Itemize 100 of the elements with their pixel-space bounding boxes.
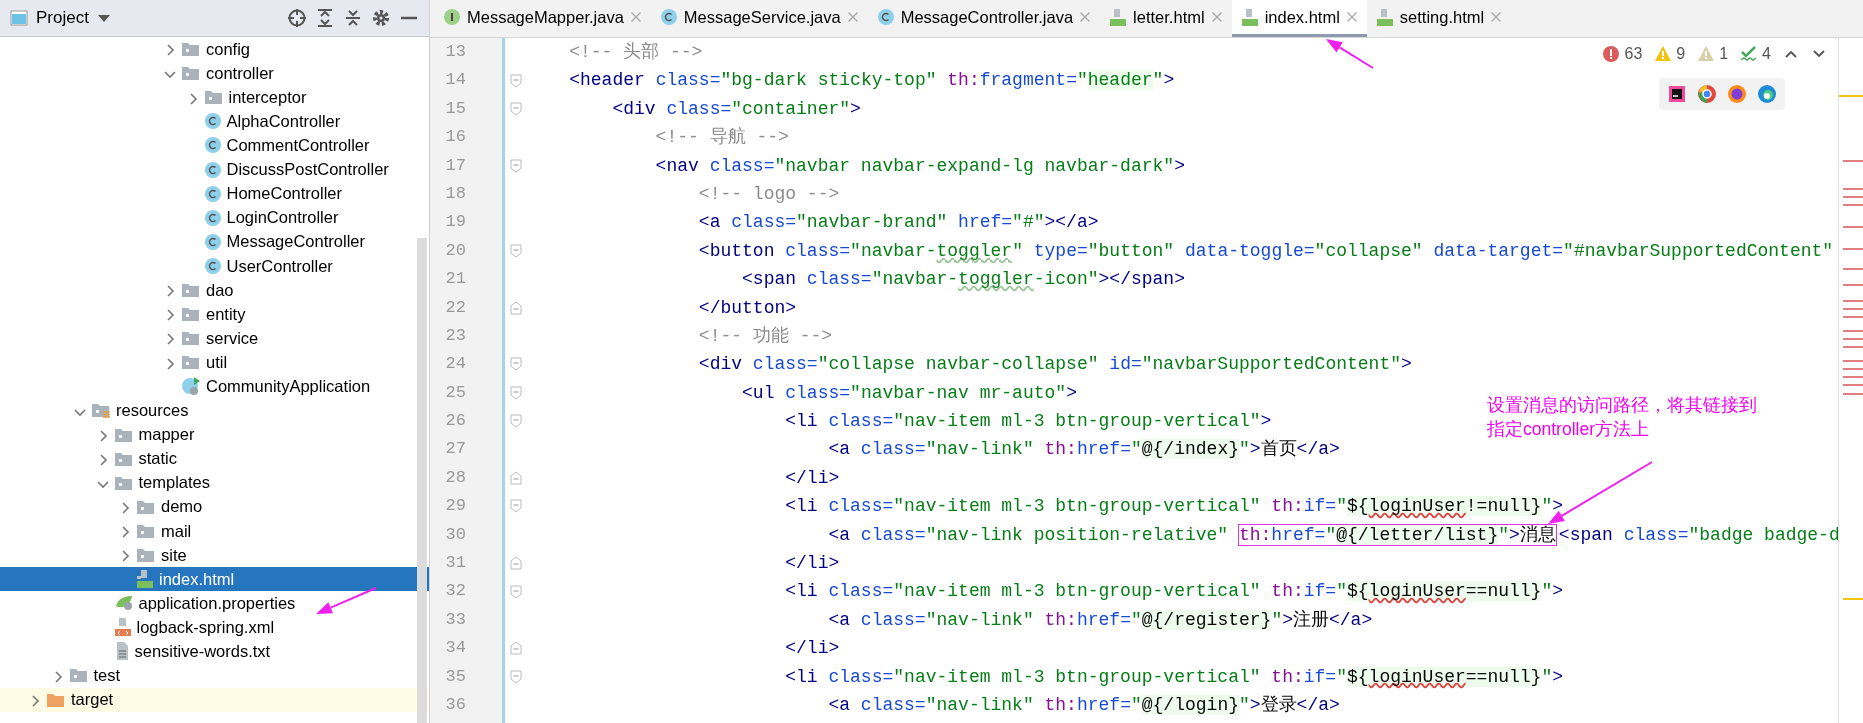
inspection-count[interactable]: 1 (1697, 42, 1729, 66)
inspection-count[interactable]: 63 (1602, 42, 1643, 66)
tree-label: config (206, 38, 251, 60)
tree-row[interactable]: controller (0, 61, 429, 86)
tree-row[interactable]: AlphaController (0, 109, 429, 134)
leaf-icon (113, 594, 134, 613)
browser-icon[interactable] (1727, 84, 1747, 104)
tree-row[interactable]: MessageController (0, 229, 429, 254)
tree-row[interactable]: sensitive-words.txt (0, 639, 429, 664)
editor-tab[interactable]: setting.html (1366, 0, 1512, 37)
code-line: <!-- 导航 --> (654, 126, 789, 150)
tree-row[interactable]: HomeController (0, 181, 429, 206)
html-file-icon (136, 569, 154, 590)
editor-tab[interactable]: MessageMapper.java (434, 0, 651, 37)
tree-row[interactable]: config (0, 37, 429, 62)
tree-row[interactable]: DiscussPostController (0, 157, 429, 182)
line-number: 13 (444, 41, 467, 63)
editor-tab[interactable]: index.html (1231, 0, 1367, 37)
scrollbar-thumb[interactable] (417, 238, 427, 723)
tree-row[interactable]: service (0, 326, 429, 351)
code-line: <a class="nav-link" th:href="@{/register}">注册</a> (827, 608, 1373, 632)
browser-icon[interactable] (1697, 84, 1717, 104)
code-line: <nav class="navbar navbar-expand-lg navbar-dark"> (654, 154, 1185, 178)
tree-row[interactable]: templates (0, 470, 429, 495)
close-icon[interactable] (1345, 11, 1358, 23)
window-icon (10, 10, 28, 26)
folder-icon (181, 305, 201, 324)
tree-label: demo (161, 496, 203, 518)
tree-row[interactable]: mail (0, 518, 429, 543)
code-line: <a class="nav-link position-relative" th:href="@{/letter/list}">消息 <span class="badge badge-d (827, 523, 1840, 547)
line-number: 27 (444, 438, 467, 461)
line-number: 15 (444, 97, 467, 120)
code-line: <!-- logo --> (697, 182, 840, 206)
tree-row[interactable]: entity (0, 302, 429, 327)
interface-icon (443, 7, 461, 27)
class-icon (203, 208, 222, 227)
tree-label: service (206, 327, 259, 349)
code-line: </li> (784, 637, 840, 661)
tree-label: LoginController (226, 207, 339, 229)
tree-label: CommunityApplication (206, 376, 371, 397)
line-number: 35 (444, 665, 467, 688)
line-number: 34 (444, 637, 467, 660)
code-line: </button> (697, 296, 797, 320)
tree-row[interactable]: static (0, 446, 429, 471)
code-line: </li> (784, 466, 840, 490)
line-number: 24 (444, 353, 467, 376)
tree-row[interactable]: logback-spring.xml (0, 615, 429, 640)
folder-icon (136, 546, 156, 564)
highlight-outline: th:href="@{/letter/list}">消息 (1238, 524, 1556, 545)
tree-row[interactable]: target (0, 687, 429, 712)
line-number: 29 (444, 495, 467, 518)
html-file-icon (1240, 7, 1259, 27)
collapse-all-icon[interactable] (343, 8, 363, 28)
tree-row[interactable]: application.properties (0, 591, 429, 616)
tree-row[interactable]: UserController (0, 253, 429, 278)
browser-icon[interactable] (1757, 84, 1777, 104)
tree-row[interactable]: index.html (0, 567, 429, 592)
tree-label: HomeController (226, 183, 343, 205)
tree-row[interactable]: demo (0, 494, 429, 519)
tree-row[interactable]: site (0, 542, 429, 568)
line-number: 20 (444, 239, 467, 262)
class-icon (203, 256, 222, 275)
code-line: <button class="navbar-toggler" type="button" data-toggle="collapse" data-target="#navbarSupportedContent" (697, 239, 1834, 263)
folder-icon (68, 666, 89, 685)
code-line: <ul class="navbar-nav mr-auto"> (741, 381, 1077, 405)
tree-row[interactable]: test (0, 663, 429, 688)
editor-tab[interactable]: letter.html (1100, 0, 1232, 37)
expand-all-icon[interactable] (315, 8, 335, 28)
code-line: <li class="nav-item ml-3 btn-group-vertical"> (784, 410, 1272, 434)
tree-row[interactable]: dao (0, 277, 429, 303)
crosshair-icon[interactable] (287, 8, 307, 28)
class-icon (659, 7, 678, 27)
tree-row[interactable]: LoginController (0, 205, 429, 230)
settings-icon[interactable] (371, 8, 391, 28)
editor-tab[interactable]: MessageService.java (650, 0, 868, 37)
tree-row[interactable]: util (0, 350, 429, 375)
tree-row[interactable]: CommentController (0, 133, 429, 158)
annotation-arrow (1326, 39, 1374, 69)
tree-row[interactable]: mapper (0, 422, 429, 447)
class-icon (203, 112, 222, 131)
editor-tab[interactable]: MessageController.java (867, 0, 1101, 37)
dropdown-caret-icon[interactable] (96, 13, 111, 23)
code-line: <a class="nav-link" th:href="@{/login}">登录</a> (827, 693, 1340, 717)
line-number: 23 (444, 324, 467, 347)
line-number: 26 (444, 410, 467, 433)
code-line: <a class="nav-link" th:href="@{/index}">首页</a> (827, 438, 1340, 462)
tree-label: dao (206, 279, 234, 301)
tree-row[interactable]: resources (0, 398, 429, 423)
tree-label: entity (206, 303, 246, 325)
line-number: 17 (444, 154, 467, 177)
warning-icon (1654, 45, 1673, 63)
tree-row[interactable]: CommunityApplication (0, 374, 429, 399)
xml-file-icon (113, 617, 132, 638)
tree-label: MessageController (226, 231, 365, 253)
inspection-count[interactable]: 4 (1740, 42, 1771, 66)
inspection-count[interactable]: 9 (1654, 42, 1686, 66)
tree-row[interactable]: interceptor (0, 85, 429, 110)
folder-icon (181, 281, 201, 299)
ide-icon[interactable] (1667, 84, 1687, 104)
tree-label: static (138, 448, 177, 470)
